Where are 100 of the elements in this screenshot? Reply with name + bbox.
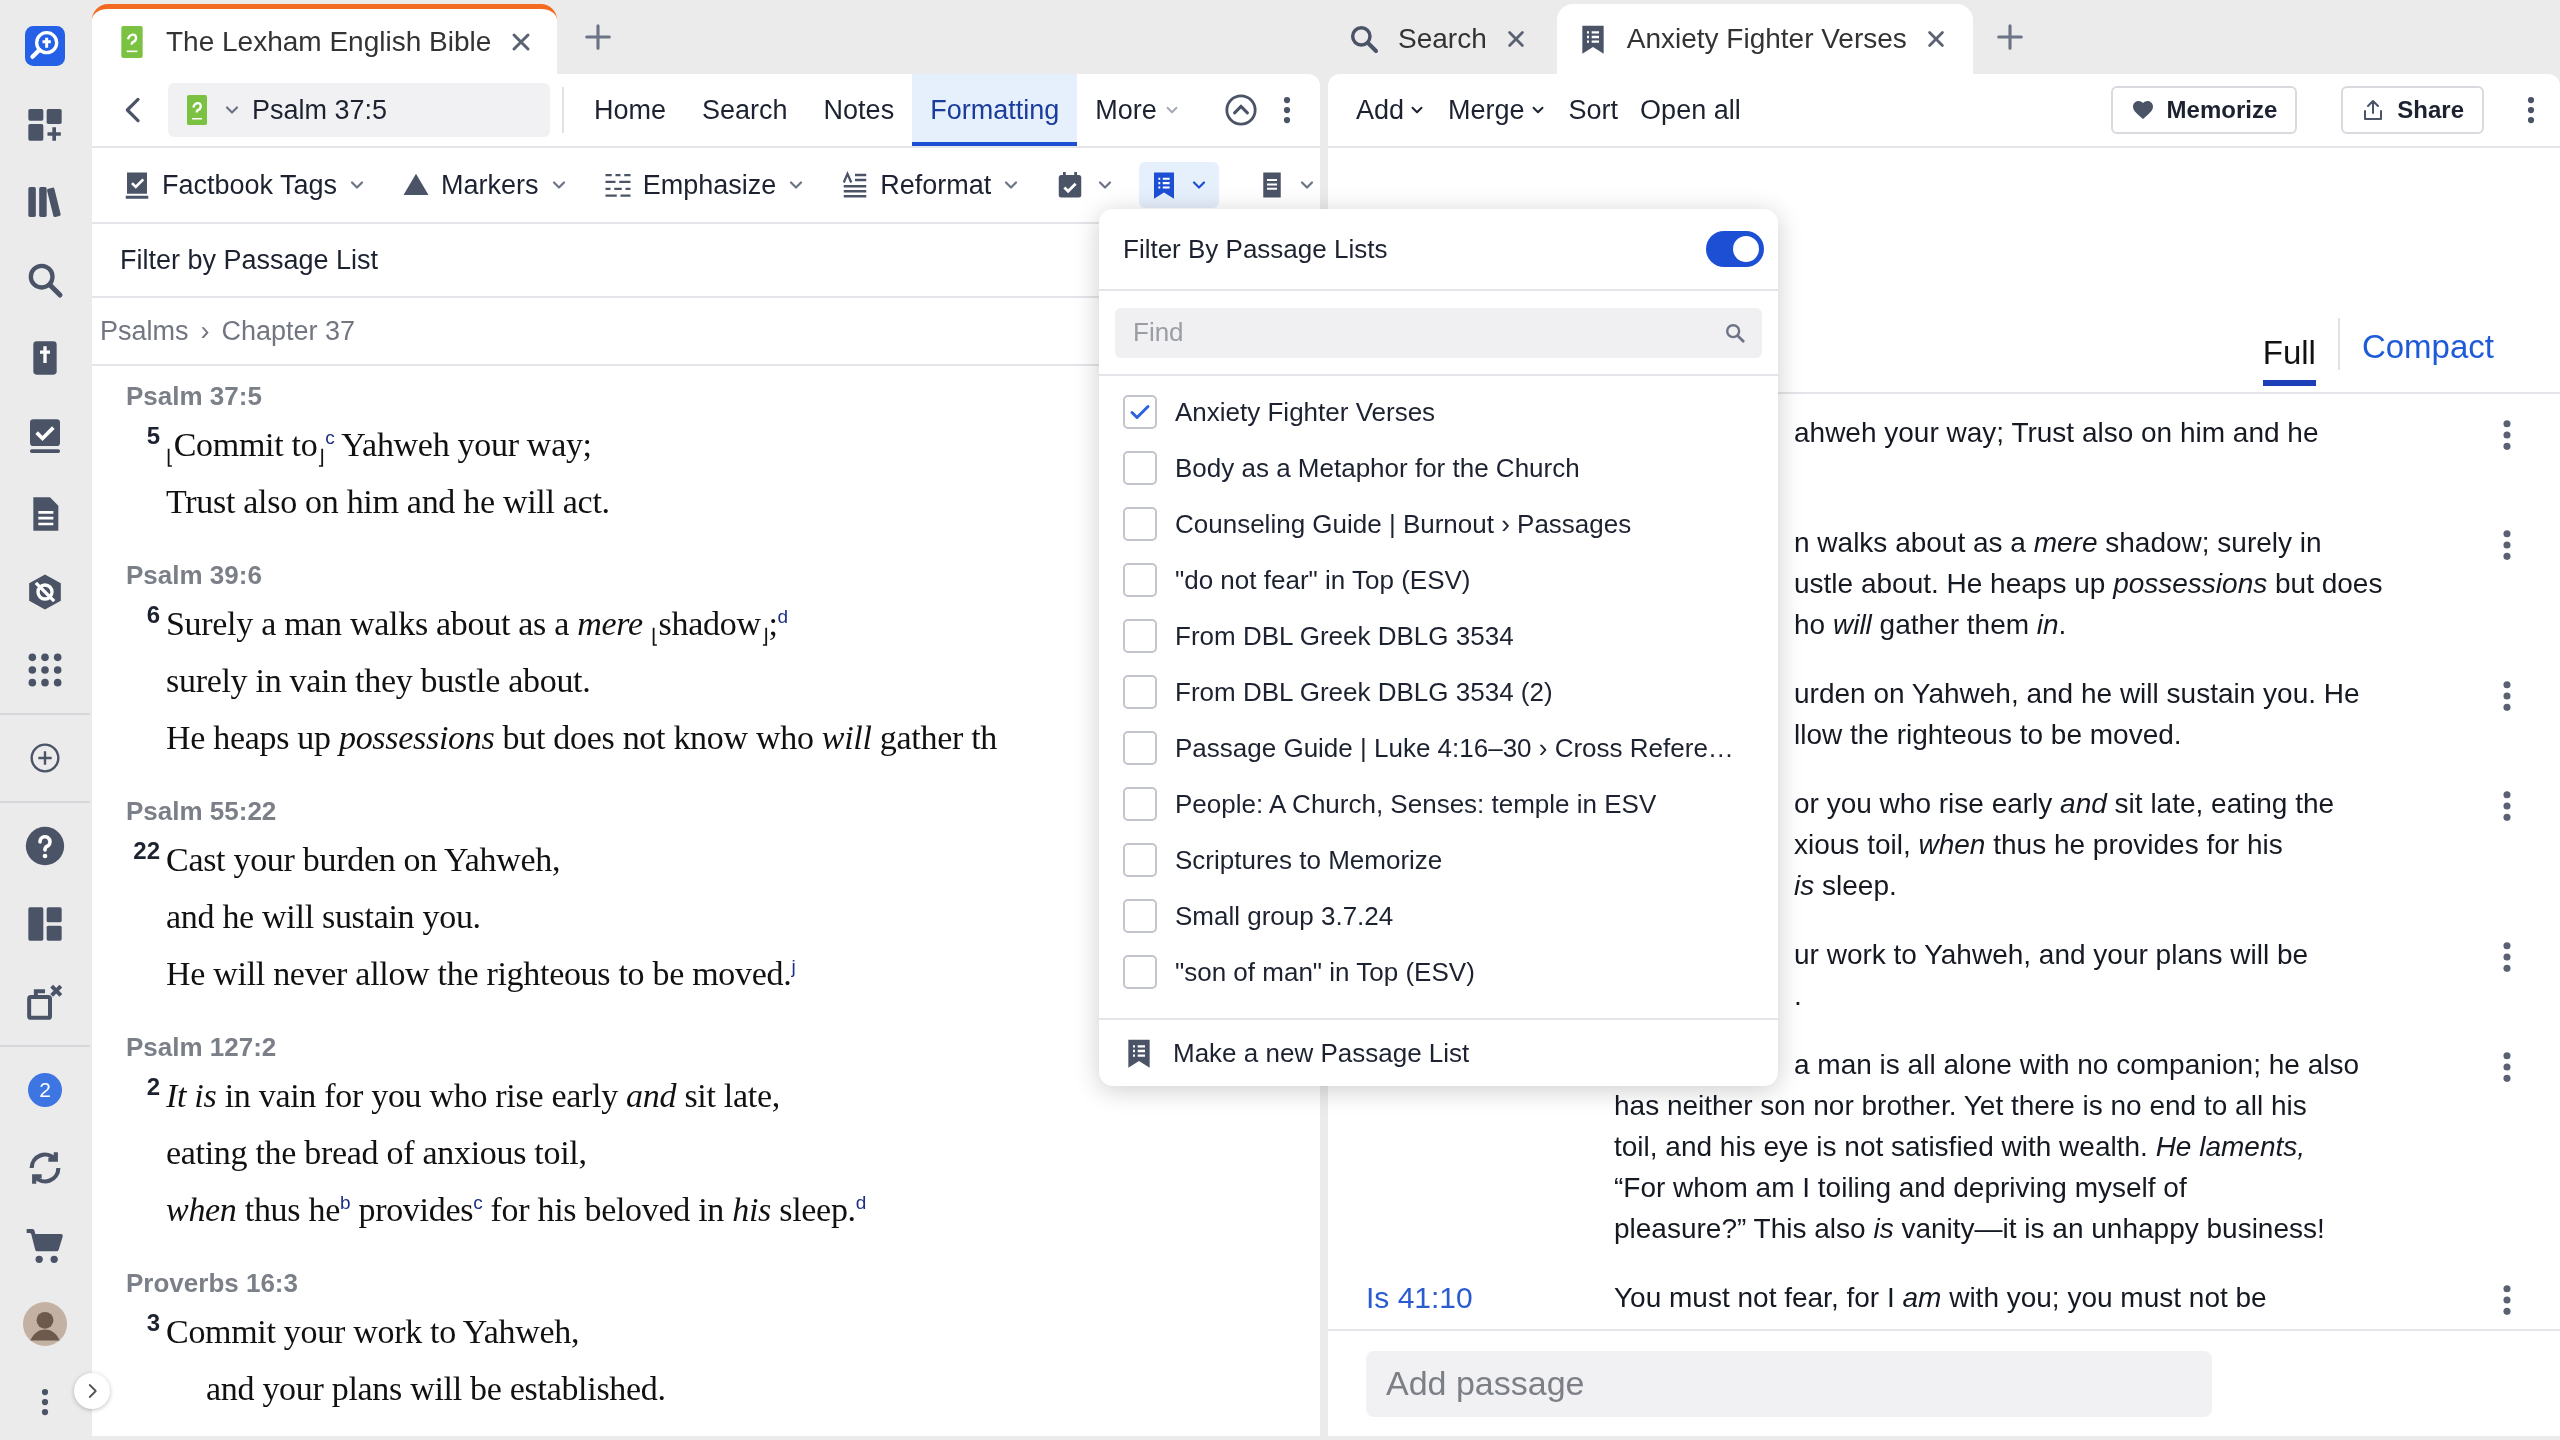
verse-line: and your plans will be established. [206, 1370, 666, 1407]
apps-icon[interactable] [26, 651, 64, 689]
new-list-link[interactable]: Make a new Passage List [1173, 1037, 1470, 1069]
passage-list-label[interactable]: Body as a Metaphor for the Church [1175, 452, 1580, 484]
logo-icon[interactable] [25, 26, 65, 66]
document-tab[interactable]: Search [1328, 4, 1553, 74]
add-passage-field[interactable]: Add passage [1366, 1350, 2212, 1417]
checkbox[interactable] [1123, 955, 1157, 989]
layout-icon[interactable] [25, 904, 65, 944]
checkbox[interactable] [1123, 395, 1157, 429]
plus-icon[interactable] [583, 22, 614, 52]
checkbox[interactable] [1123, 675, 1157, 709]
passage-list-label[interactable]: Scriptures to Memorize [1175, 844, 1443, 876]
nav-tab[interactable]: Notes [805, 74, 913, 146]
verse-number: 2 [146, 1073, 160, 1100]
verse-line: He heaps up possessions but does not know who will gather th [166, 719, 998, 756]
document-tab[interactable]: Anxiety Fighter Verses [1556, 4, 1973, 74]
notification-badge[interactable]: 2 [28, 1073, 62, 1107]
search-icon [1724, 321, 1746, 344]
verse-line: It is in vain for you who rise early and sit late, [166, 1077, 780, 1114]
passage-text: toil, and his eye is not satisfied with wealth. He laments, [1614, 1131, 2306, 1162]
passage-list-label[interactable]: Passage Guide | Luke 4:16–30 › Cross Refere… [1175, 732, 1734, 764]
toolbar-menu-button[interactable]: Merge [1448, 94, 1547, 126]
share-button[interactable]: Share [2341, 86, 2484, 134]
collapse-icon[interactable] [1224, 93, 1258, 127]
search-field[interactable]: Find [1115, 307, 1762, 358]
document-tab[interactable]: The Lexham English Bible [92, 4, 558, 74]
passage-list-label[interactable]: People: A Church, Senses: temple in ESV [1175, 788, 1657, 820]
checkbox[interactable] [1123, 451, 1157, 485]
checkbox[interactable] [1123, 899, 1157, 933]
verse-line: Trust also on him and he will act. [166, 483, 610, 520]
passage-list-label[interactable]: From DBL Greek DBLG 3534 [1175, 620, 1514, 652]
passage-text: llow the righteous to be moved. [1794, 719, 2182, 750]
passage-list-label[interactable]: "son of man" in Top (ESV) [1175, 956, 1475, 988]
view-tab[interactable]: Full [2262, 334, 2316, 386]
passage-list-label[interactable]: "do not fear" in Top (ESV) [1175, 564, 1471, 596]
heart-icon [2130, 98, 2155, 122]
breadcrumb-link[interactable]: Psalms [100, 315, 189, 347]
passage-text: xious toil, when thus he provides for his [1794, 829, 2283, 860]
passage-text: . [1794, 980, 1802, 1011]
nav-tab[interactable]: More [1077, 74, 1199, 146]
toolbar-menu-button[interactable]: Add [1356, 94, 1427, 126]
checkbox[interactable] [1123, 619, 1157, 653]
toolbar-menu-button[interactable]: Emphasize [592, 161, 817, 209]
verse-line: and he will sustain you. [166, 898, 481, 935]
passage-heading[interactable]: Psalm 55:22 [126, 796, 277, 826]
verse-line: Cast your burden on Yahweh, [166, 841, 561, 878]
plus-icon[interactable] [1994, 22, 2025, 52]
passage-list-label[interactable]: From DBL Greek DBLG 3534 (2) [1175, 676, 1553, 708]
verse-number: 22 [133, 837, 160, 864]
checkbox[interactable] [1123, 843, 1157, 877]
help-icon[interactable] [25, 826, 65, 866]
verse-number: 3 [146, 1309, 160, 1336]
passage-list-label[interactable]: Small group 3.7.24 [1175, 900, 1394, 932]
nav-tab[interactable]: Formatting [912, 74, 1078, 146]
reference-field[interactable]: Psalm 37:5 [168, 83, 550, 137]
passage-text: “For whom am I toiling and depriving myself of [1614, 1172, 2187, 1203]
filter-label: Filter by Passage List [120, 244, 379, 276]
add-icon[interactable] [29, 742, 61, 774]
passage-text: a man is all alone with no companion; he also [1794, 1049, 2359, 1080]
passage-text: is sleep. [1794, 870, 1897, 901]
toolbar-icon-button[interactable] [1139, 162, 1220, 208]
verse-line: Commit your work to Yahweh, [166, 1313, 580, 1350]
breadcrumb-link[interactable]: Chapter 37 [221, 315, 356, 347]
passage-text: ustle about. He heaps up possessions but does [1794, 568, 2383, 599]
passage-text: n walks about as a mere shadow; surely in [1794, 527, 2322, 558]
passage-list-label[interactable]: Anxiety Fighter Verses [1175, 396, 1436, 428]
toolbar-menu-button[interactable]: Open all [1640, 94, 1741, 126]
verse-line: surely in vain they bustle about. [166, 662, 591, 699]
checkbox[interactable] [1123, 787, 1157, 821]
nav-tab[interactable]: Search [684, 74, 806, 146]
passage-text: ahweh your way; Trust also on him and he [1794, 417, 2319, 448]
passage-text: has neither son nor brother. Yet there is no end to all his [1614, 1090, 2307, 1121]
close-windows-icon[interactable] [25, 982, 65, 1022]
passage-heading[interactable]: Psalm 39:6 [126, 560, 262, 590]
verse-number: 5 [146, 422, 160, 449]
passage-text: You must not fear, for I am with you; you must not be [1614, 1282, 2267, 1313]
memorize-button[interactable]: Memorize [2110, 86, 2298, 134]
search-icon [1348, 23, 1380, 55]
passage-heading[interactable]: Psalm 127:2 [126, 1032, 277, 1062]
passage-text: pleasure?” This also is vanity—it is an unhappy business! [1614, 1213, 2325, 1244]
checkbox[interactable] [1123, 731, 1157, 765]
toolbar-menu-button[interactable]: Sort [1568, 94, 1619, 126]
popup-title: Filter By Passage Lists [1123, 233, 1388, 265]
avatar[interactable] [23, 1302, 67, 1346]
checkbox[interactable] [1123, 507, 1157, 541]
toolbar-menu-button[interactable]: Markers [391, 161, 579, 209]
toggle-switch[interactable] [1706, 231, 1764, 267]
cart-icon[interactable] [25, 1226, 65, 1266]
passage-heading[interactable]: Psalm 37:5 [126, 381, 262, 411]
expand-button[interactable] [74, 1373, 110, 1409]
toolbar-menu-button[interactable]: Reformat [830, 161, 1032, 209]
reference-link[interactable]: Is 41:10 [1366, 1281, 1473, 1314]
view-tab[interactable]: Compact [2339, 328, 2516, 386]
checkbox[interactable] [1123, 563, 1157, 597]
passage-list-label[interactable]: Counseling Guide | Burnout › Passages [1175, 508, 1632, 540]
nav-tab[interactable]: Home [576, 74, 685, 146]
toolbar-menu-button[interactable]: Factbook Tags [112, 161, 378, 209]
passage-heading[interactable]: Proverbs 16:3 [126, 1268, 298, 1298]
passage-text: or you who rise early and sit late, eating the [1794, 788, 2335, 819]
